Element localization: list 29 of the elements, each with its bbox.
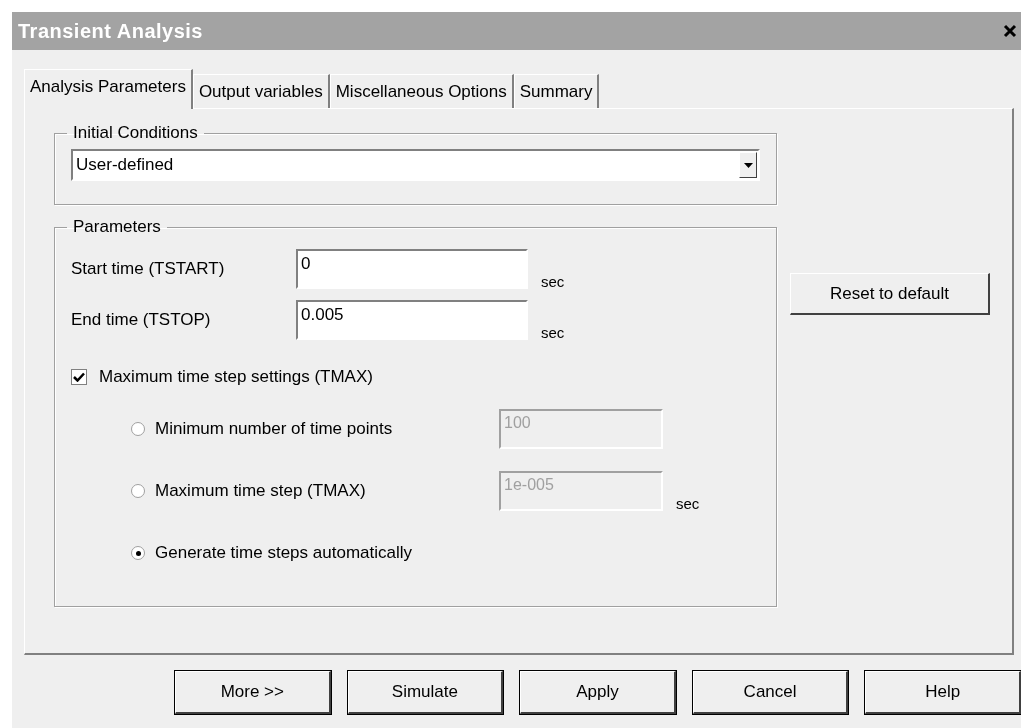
dialog-button[interactable]: Cancel — [692, 671, 849, 714]
radio-button[interactable] — [131, 546, 145, 560]
tab[interactable]: Miscellaneous Options — [329, 74, 514, 108]
unit-label: sec — [541, 273, 565, 290]
dropdown[interactable]: User-defined — [71, 149, 760, 181]
field-label: End time (TSTOP) — [71, 309, 212, 330]
input-field[interactable]: 0 — [296, 249, 528, 289]
unit-label: sec — [541, 324, 565, 341]
group-label: Parameters — [72, 217, 162, 237]
close-icon[interactable] — [1003, 24, 1017, 38]
tab[interactable]: Summary — [513, 74, 600, 108]
dialog-button[interactable]: More >> — [175, 671, 331, 714]
radio-label: Generate time steps automatically — [155, 543, 412, 563]
reset-button[interactable]: Reset to default — [790, 273, 990, 315]
checkbox-label: Maximum time step settings (TMAX) — [99, 367, 373, 387]
dialog-button[interactable]: Help — [865, 671, 1021, 714]
unit-label: sec — [676, 495, 700, 512]
field-label: Start time (TSTART) — [71, 258, 226, 279]
radio-label: Minimum number of time points — [155, 419, 393, 439]
radio-label: Maximum time step (TMAX) — [155, 481, 366, 501]
dialog-button[interactable]: Simulate — [347, 671, 504, 714]
input-field[interactable]: 0.005 — [296, 300, 528, 340]
window-title: Transient Analysis — [17, 19, 203, 43]
tab[interactable]: Output variables — [192, 74, 330, 108]
dialog-button[interactable]: Apply — [520, 671, 676, 714]
group-label: Initial Conditions — [72, 123, 199, 143]
dropdown-arrow-icon — [743, 162, 753, 168]
checkbox[interactable] — [71, 369, 87, 385]
tab[interactable]: Analysis Parameters — [24, 69, 193, 109]
